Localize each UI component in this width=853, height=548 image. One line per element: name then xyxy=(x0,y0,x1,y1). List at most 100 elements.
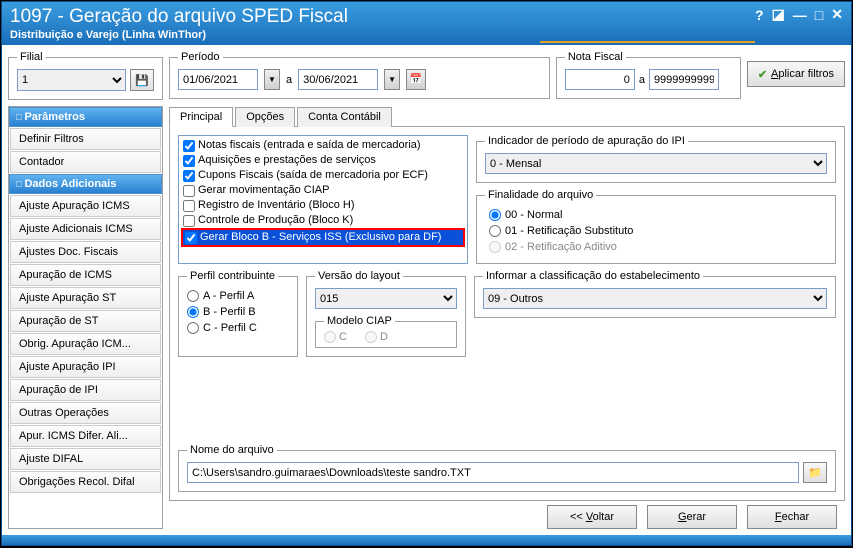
sidebar-item[interactable]: Ajuste Adicionais ICMS xyxy=(10,218,161,240)
checkbox[interactable] xyxy=(185,232,197,244)
checkbox[interactable] xyxy=(183,140,195,152)
folder-icon[interactable]: 📁 xyxy=(803,462,827,483)
sidebar-item[interactable]: Definir Filtros xyxy=(10,128,161,150)
minimize-icon[interactable]: — xyxy=(793,7,807,23)
checkbox[interactable] xyxy=(183,185,195,197)
filial-legend: Filial xyxy=(17,51,46,63)
checkbox[interactable] xyxy=(183,170,195,182)
filial-select[interactable]: 1 xyxy=(17,69,126,91)
apply-filters-button[interactable]: ✔ Aplicar filtros xyxy=(747,61,845,87)
notafiscal-legend: Nota Fiscal xyxy=(565,51,626,63)
perfil-legend: Perfil contribuinte xyxy=(187,270,278,282)
sidebar-item[interactable]: Apuração de ST xyxy=(10,310,161,332)
save-icon[interactable]: 💾 xyxy=(130,69,154,91)
sidebar-item[interactable]: Ajustes Doc. Fiscais xyxy=(10,241,161,263)
check-label: Aquisições e prestações de serviços xyxy=(198,153,376,168)
ciap-legend: Modelo CIAP xyxy=(324,315,395,327)
ipi-fieldset: Indicador de período de apuração do IPI … xyxy=(476,135,836,183)
ipi-legend: Indicador de período de apuração do IPI xyxy=(485,135,688,147)
sidebar-item[interactable]: Apuração de ICMS xyxy=(10,264,161,286)
sidebar-item[interactable]: Obrig. Apuração ICM... xyxy=(10,333,161,355)
check-item[interactable]: Notas fiscais (entrada e saída de mercad… xyxy=(181,138,465,153)
class-fieldset: Informar a classificação do estabelecime… xyxy=(474,270,836,318)
periodo-to-input[interactable] xyxy=(298,69,378,90)
back-button[interactable]: << Voltar xyxy=(547,505,637,529)
sidebar: Parâmetros Definir FiltrosContador Dados… xyxy=(8,106,163,529)
perfil-radio-a[interactable] xyxy=(187,290,199,302)
ciap-radio-c xyxy=(324,331,336,343)
check-item[interactable]: Aquisições e prestações de serviços xyxy=(181,153,465,168)
sidebar-item[interactable]: Apur. ICMS Difer. Ali... xyxy=(10,425,161,447)
periodo-fieldset: Período ▼ a ▼ 📅 xyxy=(169,51,550,99)
sidebar-item[interactable]: Ajuste Apuração ST xyxy=(10,287,161,309)
check-item[interactable]: Controle de Produção (Bloco K) xyxy=(181,213,465,228)
class-select[interactable]: 09 - Outros xyxy=(483,288,827,309)
close-button[interactable]: Fechar xyxy=(747,505,837,529)
nf-sep: a xyxy=(639,74,645,86)
close-icon[interactable]: ✕ xyxy=(831,6,843,23)
nf-from-input[interactable] xyxy=(565,69,635,90)
class-legend: Informar a classificação do estabelecime… xyxy=(483,270,703,282)
check-label: Notas fiscais (entrada e saída de mercad… xyxy=(198,138,421,153)
footer-bar xyxy=(2,535,851,545)
apply-label: plicar filtros xyxy=(778,68,834,80)
sidebar-group-dados[interactable]: Dados Adicionais xyxy=(9,174,162,194)
window-subtitle: Distribuição e Varejo (Linha WinThor) xyxy=(10,29,755,41)
finalidade-radio-1[interactable] xyxy=(489,225,501,237)
periodo-from-dropdown[interactable]: ▼ xyxy=(264,69,280,90)
checkbox[interactable] xyxy=(183,215,195,227)
filial-fieldset: Filial 1 💾 xyxy=(8,51,163,100)
finalidade-legend: Finalidade do arquivo xyxy=(485,189,596,201)
checkbox[interactable] xyxy=(183,155,195,167)
check-item[interactable]: Cupons Fiscais (saída de mercadoria por … xyxy=(181,168,465,183)
perfil-radio-b[interactable] xyxy=(187,306,199,318)
versao-fieldset: Versão do layout 015 Modelo CIAP C D xyxy=(306,270,466,357)
periodo-to-dropdown[interactable]: ▼ xyxy=(384,69,400,90)
edit-icon[interactable]: ◪ xyxy=(772,6,785,23)
ciap-fieldset: Modelo CIAP C D xyxy=(315,315,457,348)
tab-principal[interactable]: Principal xyxy=(169,107,233,127)
sidebar-item[interactable]: Outras Operações xyxy=(10,402,161,424)
versao-select[interactable]: 015 xyxy=(315,288,457,309)
nome-input[interactable] xyxy=(187,462,799,483)
finalidade-radio-2 xyxy=(489,241,501,253)
check-item[interactable]: Gerar movimentação CIAP xyxy=(181,183,465,198)
checkbox[interactable] xyxy=(183,200,195,212)
sidebar-group-parametros[interactable]: Parâmetros xyxy=(9,107,162,127)
check-icon: ✔ xyxy=(758,68,767,81)
maximize-icon[interactable]: □ xyxy=(815,7,823,23)
sidebar-item[interactable]: Obrigações Recol. Difal xyxy=(10,471,161,493)
periodo-legend: Período xyxy=(178,51,223,63)
ipi-select[interactable]: 0 - Mensal xyxy=(485,153,827,174)
nf-to-input[interactable] xyxy=(649,69,719,90)
check-label: Gerar Bloco B - Serviços ISS (Exclusivo … xyxy=(200,230,441,245)
checklist: Notas fiscais (entrada e saída de mercad… xyxy=(178,135,468,264)
tab-conta[interactable]: Conta Contábil xyxy=(297,107,392,127)
sidebar-item[interactable]: Apuração de IPI xyxy=(10,379,161,401)
help-icon[interactable]: ? xyxy=(755,7,764,23)
check-item[interactable]: Gerar Bloco B - Serviços ISS (Exclusivo … xyxy=(181,228,465,247)
sidebar-item[interactable]: Contador xyxy=(10,151,161,173)
periodo-sep: a xyxy=(286,74,292,86)
check-item[interactable]: Registro de Inventário (Bloco H) xyxy=(181,198,465,213)
main-window: 1097 - Geração do arquivo SPED Fiscal Di… xyxy=(1,1,852,546)
perfil-fieldset: Perfil contribuinte A - Perfil A B - Per… xyxy=(178,270,298,357)
check-label: Registro de Inventário (Bloco H) xyxy=(198,198,355,213)
finalidade-fieldset: Finalidade do arquivo 00 - Normal 01 - R… xyxy=(476,189,836,264)
tab-opcoes[interactable]: Opções xyxy=(235,107,295,127)
tabs: Principal Opções Conta Contábil xyxy=(169,106,845,127)
check-label: Controle de Produção (Bloco K) xyxy=(198,213,353,228)
generate-button[interactable]: Gerar xyxy=(647,505,737,529)
check-label: Gerar movimentação CIAP xyxy=(198,183,329,198)
calendar-icon[interactable]: 📅 xyxy=(406,69,426,90)
finalidade-radio-0[interactable] xyxy=(489,209,501,221)
periodo-from-input[interactable] xyxy=(178,69,258,90)
notafiscal-fieldset: Nota Fiscal a xyxy=(556,51,741,99)
nome-legend: Nome do arquivo xyxy=(187,444,277,456)
ciap-radio-d xyxy=(365,331,377,343)
perfil-radio-c[interactable] xyxy=(187,322,199,334)
titlebar: 1097 - Geração do arquivo SPED Fiscal Di… xyxy=(2,2,851,45)
sidebar-item[interactable]: Ajuste DIFAL xyxy=(10,448,161,470)
sidebar-item[interactable]: Ajuste Apuração IPI xyxy=(10,356,161,378)
sidebar-item[interactable]: Ajuste Apuração ICMS xyxy=(10,195,161,217)
